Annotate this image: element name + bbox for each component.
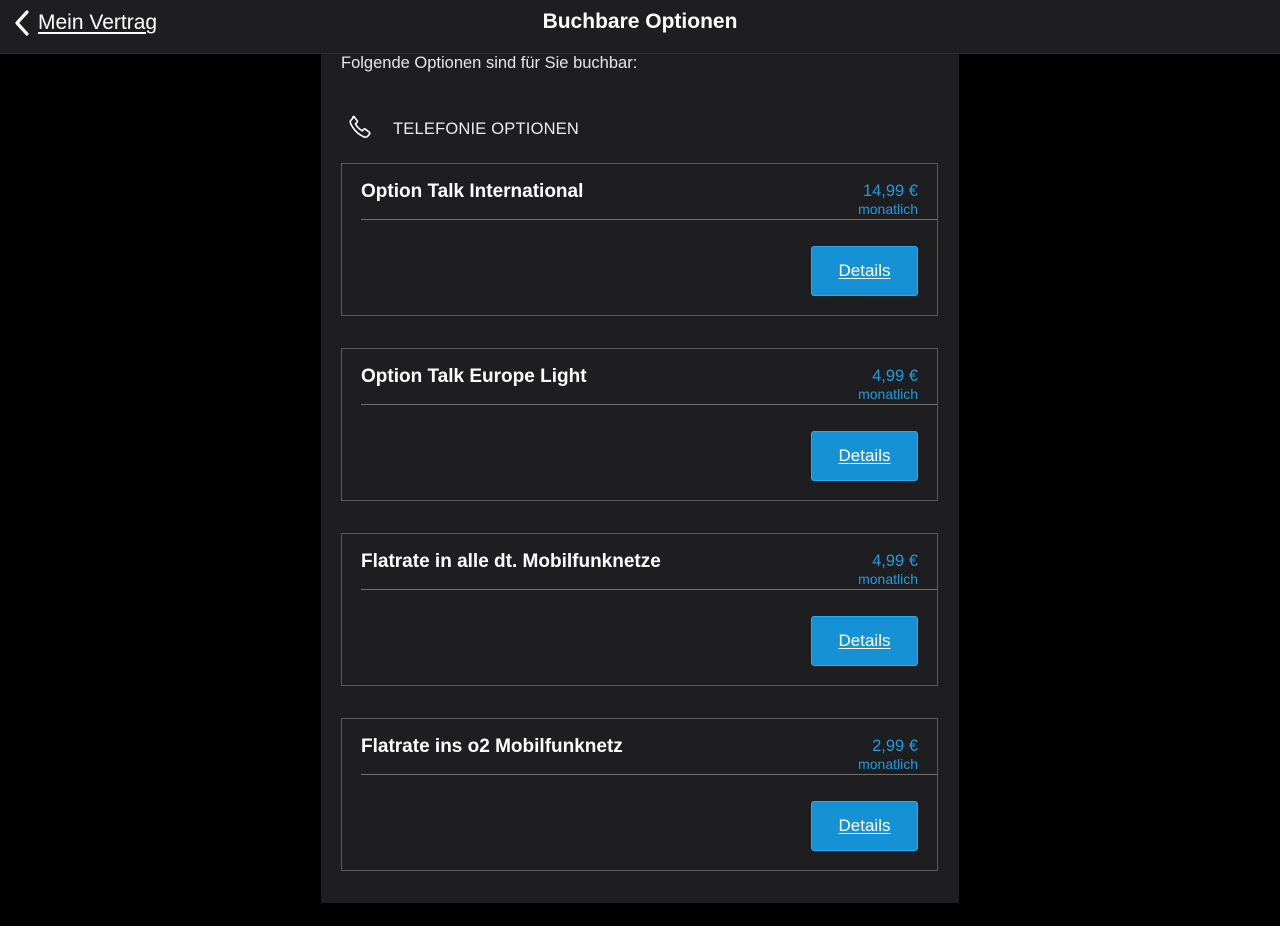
option-card: Flatrate ins o2 Mobilfunknetz 2,99 € mon… bbox=[341, 718, 938, 871]
option-price: 2,99 € bbox=[872, 737, 918, 755]
option-price: 4,99 € bbox=[872, 367, 918, 385]
card-divider bbox=[361, 589, 937, 590]
option-name: Option Talk Europe Light bbox=[361, 366, 587, 387]
details-button[interactable]: Details bbox=[811, 801, 918, 851]
option-period: monatlich bbox=[858, 386, 918, 402]
card-divider bbox=[361, 219, 937, 220]
option-name: Flatrate ins o2 Mobilfunknetz bbox=[361, 736, 623, 757]
option-price: 4,99 € bbox=[872, 552, 918, 570]
option-name: Flatrate in alle dt. Mobilfunknetze bbox=[361, 551, 661, 572]
option-period: monatlich bbox=[858, 201, 918, 217]
option-price: 14,99 € bbox=[862, 182, 918, 200]
details-button[interactable]: Details bbox=[811, 616, 918, 666]
option-period: monatlich bbox=[858, 571, 918, 587]
options-panel: Folgende Optionen sind für Sie buchbar: … bbox=[321, 54, 959, 903]
card-divider bbox=[361, 404, 937, 405]
page-title: Buchbare Optionen bbox=[542, 10, 738, 33]
details-button[interactable]: Details bbox=[811, 246, 918, 296]
phone-icon bbox=[347, 114, 373, 145]
card-divider bbox=[361, 774, 937, 775]
top-navigation-bar: Mein Vertrag Buchbare Optionen bbox=[0, 0, 1280, 54]
option-name: Option Talk International bbox=[361, 181, 584, 202]
section-label: TELEFONIE OPTIONEN bbox=[393, 120, 580, 138]
details-button[interactable]: Details bbox=[811, 431, 918, 481]
option-card: Option Talk Europe Light 4,99 € monatlic… bbox=[341, 348, 938, 501]
option-card: Option Talk International 14,99 € monatl… bbox=[341, 163, 938, 316]
section-header-telephony: TELEFONIE OPTIONEN bbox=[347, 114, 579, 145]
option-card: Flatrate in alle dt. Mobilfunknetze 4,99… bbox=[341, 533, 938, 686]
option-period: monatlich bbox=[858, 756, 918, 772]
intro-text: Folgende Optionen sind für Sie buchbar: bbox=[341, 54, 638, 72]
